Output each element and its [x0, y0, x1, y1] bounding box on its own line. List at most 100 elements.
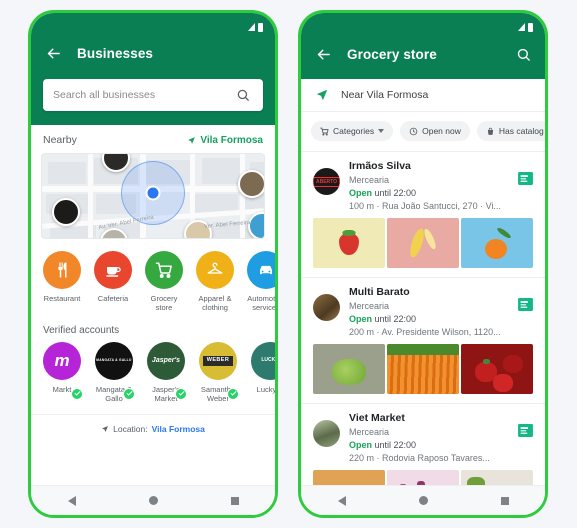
- nav-recents-icon[interactable]: [230, 496, 239, 505]
- cutlery-icon: [43, 251, 81, 289]
- business-hours: Open until 22:00: [349, 440, 509, 450]
- navigation-arrow-icon: [187, 136, 196, 145]
- business-hours: Open until 22:00: [349, 314, 509, 324]
- nav-recents-icon[interactable]: [500, 496, 509, 505]
- verified-account-jaspers-market[interactable]: Jasper's Jasper's Market: [145, 341, 187, 404]
- category-label: Apparel & clothing: [198, 294, 232, 313]
- product-thumbnails: [301, 337, 545, 403]
- nearby-location-link[interactable]: Vila Formosa: [187, 135, 263, 146]
- map-pin-2[interactable]: [238, 170, 264, 198]
- app-bar-left: Businesses: [31, 41, 275, 79]
- verified-account-markt[interactable]: m Markt: [41, 341, 83, 404]
- avatar: [313, 294, 340, 321]
- avatar: ABERTO: [313, 168, 340, 195]
- chip-categories[interactable]: Categories: [311, 121, 394, 141]
- tangerine-photo[interactable]: [461, 218, 533, 268]
- bread-rolls-photo[interactable]: [313, 470, 385, 485]
- screenshot-stage: Businesses Nearby Vila: [0, 0, 577, 528]
- filter-chips: Categories Open now Has catalog: [301, 112, 545, 151]
- android-nav-bar-left: [31, 485, 275, 515]
- category-cafeteria[interactable]: Cafeteria: [92, 251, 134, 313]
- category-label: Automotive services: [247, 294, 275, 313]
- business-name: Irmãos Silva: [349, 160, 411, 172]
- verified-badge-icon: [71, 387, 83, 400]
- phone-businesses: Businesses Nearby Vila: [28, 10, 278, 518]
- category-list: Restaurant Cafeteria Grocery store Appar…: [31, 239, 275, 317]
- map-current-location-dot: [147, 187, 159, 199]
- category-label: Cafeteria: [97, 294, 129, 303]
- catalog-icon[interactable]: [518, 172, 533, 211]
- near-location-bar[interactable]: Near Vila Formosa: [301, 79, 545, 112]
- verified-account-mangata-gallo[interactable]: MANGATA & GALLO Mangata & Gallo: [93, 341, 135, 404]
- verified-account-lucky-s[interactable]: LUCKY Lucky S: [249, 341, 275, 404]
- search-bar[interactable]: [43, 79, 263, 111]
- nav-home-icon[interactable]: [418, 496, 428, 505]
- peppers-photo[interactable]: [461, 344, 533, 394]
- chip-label: Has catalog: [498, 126, 544, 136]
- search-icon[interactable]: [233, 85, 253, 105]
- back-arrow-icon[interactable]: [43, 43, 63, 63]
- chip-open-now[interactable]: Open now: [400, 121, 470, 141]
- back-arrow-icon[interactable]: [313, 44, 333, 64]
- footer-location-value: Vila Formosa: [151, 423, 205, 434]
- list-item[interactable]: Multi Barato Mercearia Open until 22:00 …: [301, 277, 545, 403]
- nav-home-icon[interactable]: [148, 496, 158, 505]
- verified-badge-icon: [123, 387, 135, 400]
- fruit-plates-photo[interactable]: [461, 470, 533, 485]
- signal-bars-icon: [248, 23, 255, 31]
- catalog-icon[interactable]: [518, 424, 533, 463]
- search-icon[interactable]: [513, 44, 533, 64]
- business-category: Mercearia: [349, 427, 390, 437]
- business-address: 200 m · Av. Presidente Wilson, 1120...: [349, 327, 501, 337]
- list-item[interactable]: ABERTO Irmãos Silva Mercearia Open until…: [301, 151, 545, 277]
- chevron-down-icon: [378, 129, 385, 133]
- verified-accounts-title: Verified accounts: [43, 324, 120, 336]
- business-name: Multi Barato: [349, 286, 410, 298]
- chip-has-catalog[interactable]: Has catalog: [476, 121, 545, 141]
- nearby-map[interactable]: Av. Ver. Abel Ferreira Ver. Abel Ferreir…: [41, 153, 265, 239]
- battery-icon: [258, 22, 263, 32]
- navigation-arrow-icon: [315, 88, 329, 102]
- footer-location[interactable]: Location: Vila Formosa: [31, 413, 275, 443]
- list-item[interactable]: Viet Market Mercearia Open until 22:00 2…: [301, 403, 545, 485]
- strawberry-photo[interactable]: [313, 218, 385, 268]
- map-pin-3[interactable]: [52, 198, 80, 226]
- open-status: Open: [349, 314, 373, 324]
- category-automotive-services[interactable]: Automotive services: [245, 251, 275, 313]
- category-apparel-clothing[interactable]: Apparel & clothing: [194, 251, 236, 313]
- catalog-icon[interactable]: [518, 298, 533, 337]
- shopping-cart-icon: [145, 251, 183, 289]
- near-location-text: Near Vila Formosa: [341, 89, 429, 101]
- grocery-body: Near Vila Formosa Categories Open now Ha…: [301, 79, 545, 485]
- footer-location-prefix: Location:: [113, 423, 148, 434]
- category-label: Restaurant: [43, 294, 81, 303]
- nearby-title: Nearby: [43, 134, 77, 146]
- carrots-photo[interactable]: [387, 344, 459, 394]
- signal-bars-icon: [518, 23, 525, 31]
- avatar: Jasper's: [147, 341, 185, 380]
- lettuce-photo[interactable]: [313, 344, 385, 394]
- shopping-cart-icon: [320, 127, 329, 136]
- avatar: MANGATA & GALLO: [95, 341, 133, 380]
- business-address: 100 m · Rua João Santucci, 270 · Vi...: [349, 201, 501, 211]
- chip-label: Open now: [422, 126, 461, 136]
- avatar: [313, 420, 340, 447]
- hours-text: until 22:00: [374, 440, 417, 450]
- search-input[interactable]: [53, 89, 225, 101]
- verified-account-samantha-weber[interactable]: WEBER Samantha Weber: [197, 341, 239, 404]
- avatar-mark: ABERTO: [313, 176, 340, 187]
- chip-label: Categories: [333, 126, 375, 136]
- pink-bottles-photo[interactable]: [387, 470, 459, 485]
- status-bar-right: [301, 13, 545, 41]
- nav-back-icon[interactable]: [337, 495, 346, 506]
- hours-text: until 22:00: [374, 188, 417, 198]
- category-grocery-store[interactable]: Grocery store: [143, 251, 185, 313]
- verified-badge-icon: [227, 387, 239, 400]
- category-restaurant[interactable]: Restaurant: [41, 251, 83, 313]
- nearby-location-label: Vila Formosa: [200, 134, 263, 146]
- nav-back-icon[interactable]: [67, 495, 76, 506]
- banana-photo[interactable]: [387, 218, 459, 268]
- battery-icon: [528, 22, 533, 32]
- verified-accounts-list: m Markt MANGATA & GALLO Mangata & Gallo …: [31, 341, 275, 404]
- business-address: 220 m · Rodovia Raposo Tavares...: [349, 453, 490, 463]
